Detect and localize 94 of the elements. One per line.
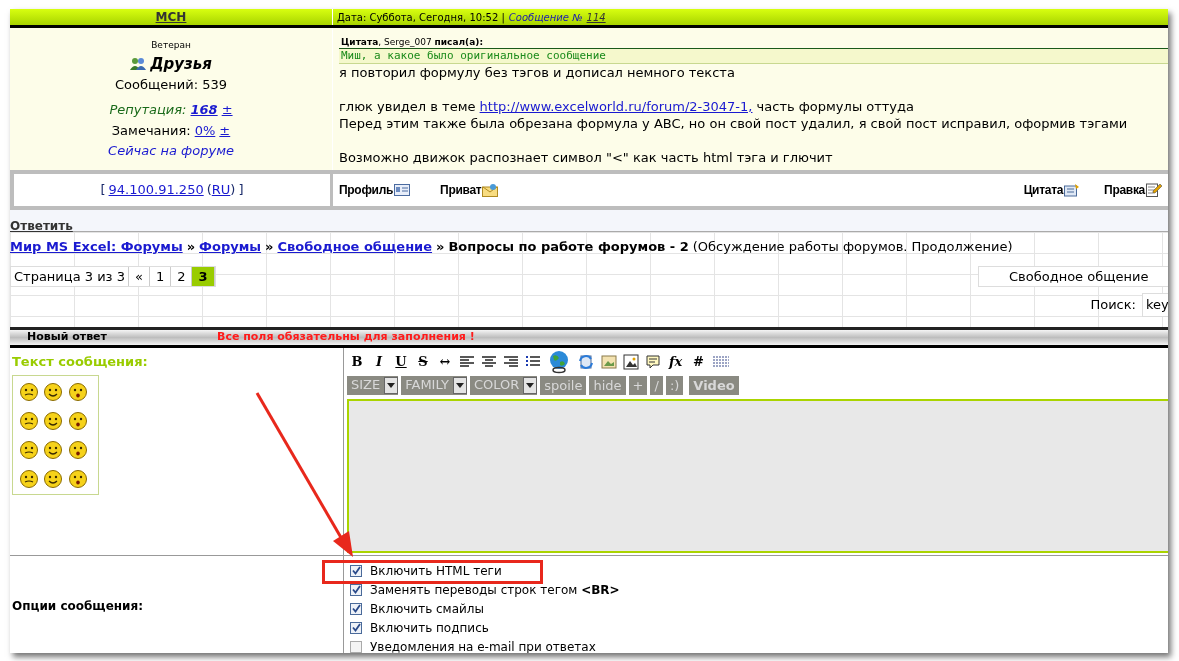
users-icon (130, 57, 147, 71)
option-label: Включить смайлы (370, 600, 484, 618)
option-checkbox[interactable] (350, 602, 362, 615)
breadcrumb-separator: » (436, 238, 445, 256)
search-field[interactable]: key (1142, 292, 1168, 317)
message-text: Возможно движок распознает символ "<" как часть html тэга и глючит (339, 149, 834, 166)
breadcrumb-separator: » (186, 238, 196, 256)
format-button[interactable]: fx (667, 352, 685, 372)
option-checkbox[interactable] (350, 640, 362, 653)
smiley-icon[interactable] (67, 439, 88, 460)
post-number-link[interactable]: 114 (586, 9, 606, 25)
image-icon[interactable] (601, 354, 617, 370)
reply-link[interactable]: Ответить (10, 219, 73, 233)
smiley-icon[interactable] (43, 410, 64, 431)
page-button[interactable]: 3 (192, 266, 215, 286)
quote-icon (1064, 183, 1081, 197)
bracket: [ (100, 181, 106, 200)
warnings-link[interactable]: 0% (194, 121, 216, 141)
caret-icon (523, 376, 538, 394)
form-title: Новый ответ (27, 329, 108, 346)
quote-header: Цитата, Serge_007 писал(а): (340, 36, 484, 48)
ip-link[interactable]: 94.100.91.250 (108, 180, 204, 200)
post-date: Дата: Суббота, Сегодня, 10:52 | (337, 10, 505, 25)
warnings-label: Замечания: (111, 122, 191, 140)
picture-frame-icon[interactable] (623, 354, 639, 370)
search-label: Поиск: (1090, 295, 1136, 314)
breadcrumb-link[interactable]: Форумы (199, 237, 262, 257)
country-link[interactable]: RU (211, 180, 231, 200)
options-label: Опции сообщения: (12, 598, 143, 615)
topic-title: Вопросы по работе форумов - 2 (448, 238, 689, 256)
topic-description: (Обсуждение работы форумов. Продолжение) (692, 238, 1013, 256)
smiley-icon[interactable] (19, 410, 39, 431)
smiley-icon[interactable] (43, 439, 64, 460)
smiley-icon[interactable] (67, 381, 88, 402)
breadcrumb-link[interactable]: Свободное общение (277, 237, 433, 257)
forum-select[interactable]: Свободное общение (978, 265, 1168, 287)
message-text: Перед этим также была обрезана формула у ABC, но он свой пост удалил, я свой пост исправил, оформив тэгами (339, 115, 1129, 132)
align-center-icon[interactable] (481, 355, 497, 369)
reputation-change-link[interactable]: ± (221, 99, 233, 119)
caret-icon (384, 376, 399, 394)
reputation-link[interactable]: 168 (190, 99, 218, 119)
reputation-label: Репутация: (109, 100, 187, 119)
smiley-icon[interactable] (19, 381, 39, 402)
message-label: Текст сообщения: (12, 353, 149, 371)
format-button[interactable]: U (393, 352, 409, 372)
bracket: ] (238, 181, 244, 200)
smiley-icon[interactable] (67, 468, 88, 489)
format-button[interactable]: B (349, 352, 365, 372)
option-label: Уведомления на e-mail при ответах (370, 638, 596, 653)
format-button[interactable]: ↔ (437, 352, 453, 372)
envelope-icon (482, 183, 499, 197)
quote-text: Миш, а какое было оригинальное сообщение (339, 48, 1168, 64)
message-count: Сообщений: 539 (115, 76, 227, 94)
option-label: Включить подпись (370, 619, 489, 637)
required-notice: Все поля обязательны для заполнения ! (217, 329, 475, 346)
user-rank: Ветеран (151, 39, 191, 52)
speech-bubble-icon[interactable] (645, 354, 661, 370)
align-right-icon[interactable] (503, 355, 519, 369)
format-button[interactable]: I (371, 352, 387, 372)
online-status: Сейчас на форуме (108, 141, 234, 160)
message-link[interactable]: http://www.excelworld.ru/forum/2-3047-1, (479, 99, 753, 114)
bracket: ) (230, 181, 236, 200)
list-icon[interactable] (525, 355, 541, 369)
quote-button[interactable]: Цитата (1023, 181, 1081, 199)
smiley-icon[interactable] (19, 439, 39, 460)
option-label: Заменять переводы строк тегом <BR> (370, 581, 620, 599)
option-checkbox[interactable] (350, 564, 362, 577)
refresh-icon[interactable] (577, 353, 595, 371)
align-left-icon[interactable] (459, 355, 475, 369)
edit-button[interactable]: Правка (1104, 181, 1162, 199)
globe-link-icon[interactable] (547, 350, 571, 374)
message-text: я повторил формулу без тэгов и дописал немного текста (339, 64, 736, 81)
option-label: Включить HTML теги (370, 562, 502, 580)
post-number-label: Сообщение № (508, 10, 583, 25)
message-text: глюк увидел в теме http://www.excelworld.ru/forum/2-3047-1, часть формулы оттуда (339, 98, 916, 115)
smiley-icon[interactable] (43, 468, 64, 489)
id-card-icon (394, 184, 411, 196)
smiley-icon[interactable] (67, 410, 88, 431)
breadcrumb-link[interactable]: Мир MS Excel: Форумы (10, 237, 183, 257)
pencil-note-icon (1146, 183, 1162, 197)
option-checkbox[interactable] (350, 621, 362, 634)
format-button[interactable]: # (690, 352, 707, 372)
format-button[interactable]: S (415, 352, 431, 372)
smiley-icon[interactable] (43, 381, 64, 402)
user-group: Друзья (150, 52, 212, 75)
caret-icon (452, 376, 467, 394)
smiley-icon[interactable] (19, 468, 39, 489)
warnings-change-link[interactable]: ± (219, 121, 231, 141)
author-name[interactable]: МСН (155, 9, 187, 26)
page-count: Страница 3 из 3 (11, 266, 129, 286)
profile-button[interactable]: Профиль (339, 181, 411, 199)
bracket: ( (206, 181, 212, 200)
private-message-button[interactable]: Приват (440, 181, 499, 199)
breadcrumb-separator: » (265, 238, 274, 256)
